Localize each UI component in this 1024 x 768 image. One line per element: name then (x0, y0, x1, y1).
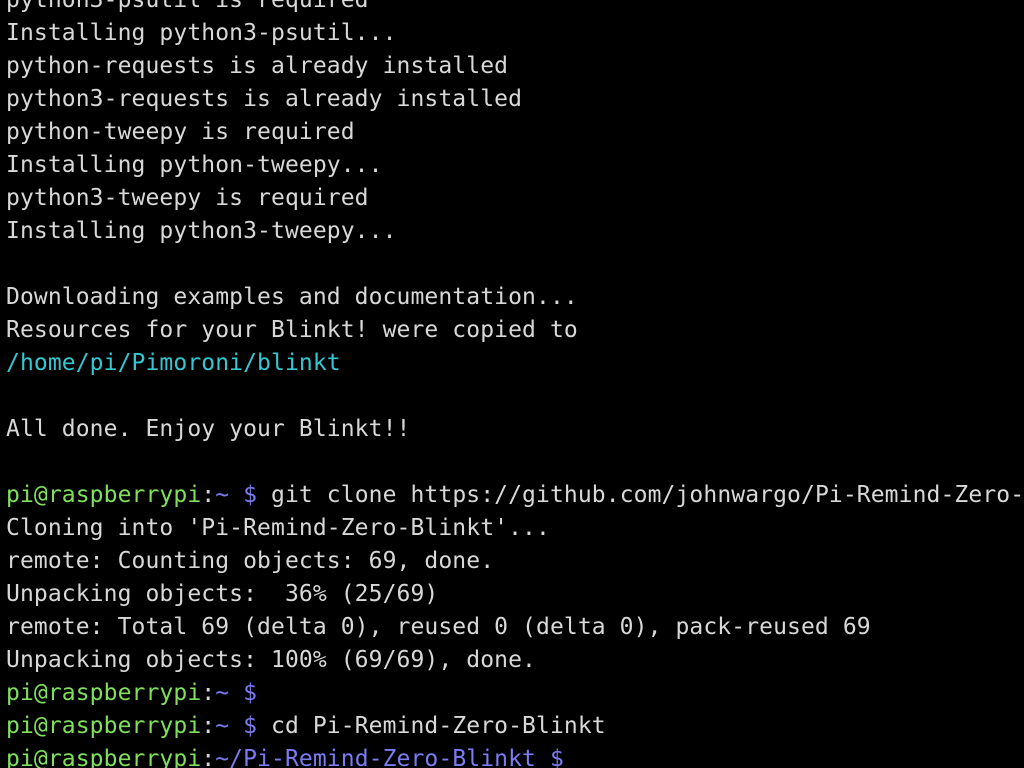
prompt-path: ~ $ (215, 482, 258, 508)
prompt-line[interactable]: pi@raspberrypi:~/Pi-Remind-Zero-Blinkt $ (6, 743, 564, 768)
output-line: Unpacking objects: 100% (69/69), done. (6, 647, 536, 673)
output-line: Installing python3-tweepy... (6, 218, 397, 244)
prompt-path: ~/Pi-Remind-Zero-Blinkt $ (215, 746, 564, 768)
prompt-command: git clone https://github.com/johnwargo/P… (257, 482, 1024, 508)
prompt-path: ~ $ (215, 680, 258, 706)
prompt-separator: : (201, 482, 216, 508)
output-line: Installing python3-psutil... (6, 20, 397, 46)
output-line: Downloading examples and documentation..… (6, 284, 578, 310)
output-line: remote: Counting objects: 69, done. (6, 548, 495, 574)
prompt-path: ~ $ (215, 713, 258, 739)
output-line: python3-requests is already installed (6, 86, 523, 112)
prompt-user: pi@raspberrypi (6, 482, 202, 508)
output-line: remote: Total 69 (delta 0), reused 0 (de… (6, 614, 871, 640)
output-line: python-tweepy is required (6, 119, 355, 145)
prompt-separator: : (201, 746, 216, 768)
output-line: Resources for your Blinkt! were copied t… (6, 317, 578, 343)
prompt-separator: : (201, 713, 216, 739)
output-line: python-requests is already installed (6, 53, 509, 79)
terminal-window[interactable]: python3-psutil is required Installing py… (0, 0, 1024, 768)
output-line: python3-tweepy is required (6, 185, 369, 211)
prompt-command: cd Pi-Remind-Zero-Blinkt (257, 713, 606, 739)
prompt-line: pi@raspberrypi:~ $ git clone https://git… (6, 479, 1024, 512)
prompt-user: pi@raspberrypi (6, 680, 202, 706)
prompt-user: pi@raspberrypi (6, 713, 202, 739)
output-line: Installing python-tweepy... (6, 152, 383, 178)
prompt-separator: : (201, 680, 216, 706)
output-line: Unpacking objects: 36% (25/69) (6, 581, 439, 607)
prompt-line: pi@raspberrypi:~ $ cd Pi-Remind-Zero-Bli… (6, 710, 606, 743)
output-line: python3-psutil is required (6, 0, 369, 13)
prompt-user: pi@raspberrypi (6, 746, 202, 768)
output-line: Cloning into 'Pi-Remind-Zero-Blinkt'... (6, 515, 550, 541)
output-line: All done. Enjoy your Blinkt!! (6, 416, 411, 442)
prompt-line: pi@raspberrypi:~ $ (6, 677, 257, 710)
directory-path: /home/pi/Pimoroni/blinkt (6, 350, 341, 376)
